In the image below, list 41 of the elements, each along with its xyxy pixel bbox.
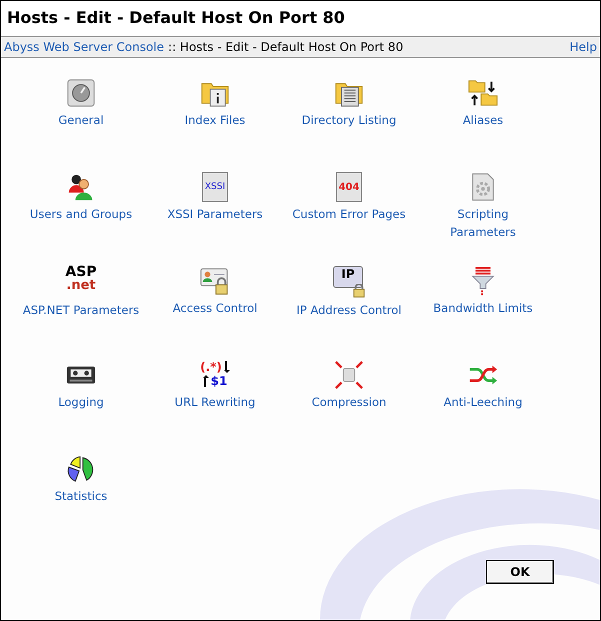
logo-text: ASP — [65, 266, 97, 279]
padlock-icon — [353, 284, 365, 298]
settings-link[interactable]: Index Files — [184, 111, 246, 129]
asp-net-logo[interactable]: ASP .net — [66, 266, 96, 298]
breadcrumb-text: :: Hosts - Edit - Default Host On Port 80 — [168, 40, 404, 54]
settings-link[interactable]: Compression — [312, 393, 386, 411]
settings-link[interactable]: Users and Groups — [30, 205, 132, 223]
settings-link[interactable]: URL Rewriting — [174, 393, 256, 411]
settings-link[interactable]: Scripting Parameters — [423, 205, 543, 241]
settings-link[interactable]: Statistics — [54, 487, 108, 505]
help-link[interactable]: Help — [570, 40, 597, 54]
folders-arrows-icon[interactable] — [468, 78, 498, 108]
settings-link[interactable]: Access Control — [172, 299, 258, 317]
pie-chart-icon[interactable] — [66, 454, 96, 484]
icon-label: IP — [341, 267, 355, 283]
up-arrow-icon — [202, 375, 209, 387]
down-arrow-icon — [224, 361, 230, 373]
settings-link[interactable]: Logging — [58, 393, 104, 411]
icon-label: 404 — [338, 182, 360, 192]
settings-link[interactable]: Directory Listing — [302, 111, 396, 129]
settings-link[interactable]: Bandwidth Limits — [433, 299, 533, 317]
ip-plate-icon[interactable]: IP — [333, 266, 363, 288]
settings-link[interactable]: ASP.NET Parameters — [22, 301, 140, 319]
settings-link[interactable]: Anti-Leeching — [444, 393, 522, 411]
settings-link[interactable]: General — [58, 111, 104, 129]
url-rewrite-icon[interactable]: (.*) $1 — [200, 360, 230, 390]
compress-arrows-icon[interactable] — [334, 360, 364, 390]
document-icon[interactable]: XSSI — [202, 172, 228, 202]
console-link[interactable]: Abyss Web Server Console — [4, 40, 164, 54]
ok-button[interactable]: OK — [486, 560, 554, 584]
icon-label: (.*) — [200, 360, 222, 374]
document-icon[interactable]: 404 — [336, 172, 362, 202]
icon-label: XSSI — [204, 182, 226, 192]
settings-link[interactable]: Aliases — [462, 111, 504, 129]
settings-link[interactable]: IP Address Control — [296, 301, 402, 319]
settings-link[interactable]: Custom Error Pages — [292, 205, 406, 223]
icon-label: $1 — [210, 374, 228, 388]
settings-link[interactable]: XSSI Parameters — [167, 205, 263, 223]
dial-icon[interactable] — [66, 78, 96, 108]
id-card-lock-icon[interactable] — [200, 266, 230, 296]
logo-subtext: .net — [66, 279, 96, 292]
